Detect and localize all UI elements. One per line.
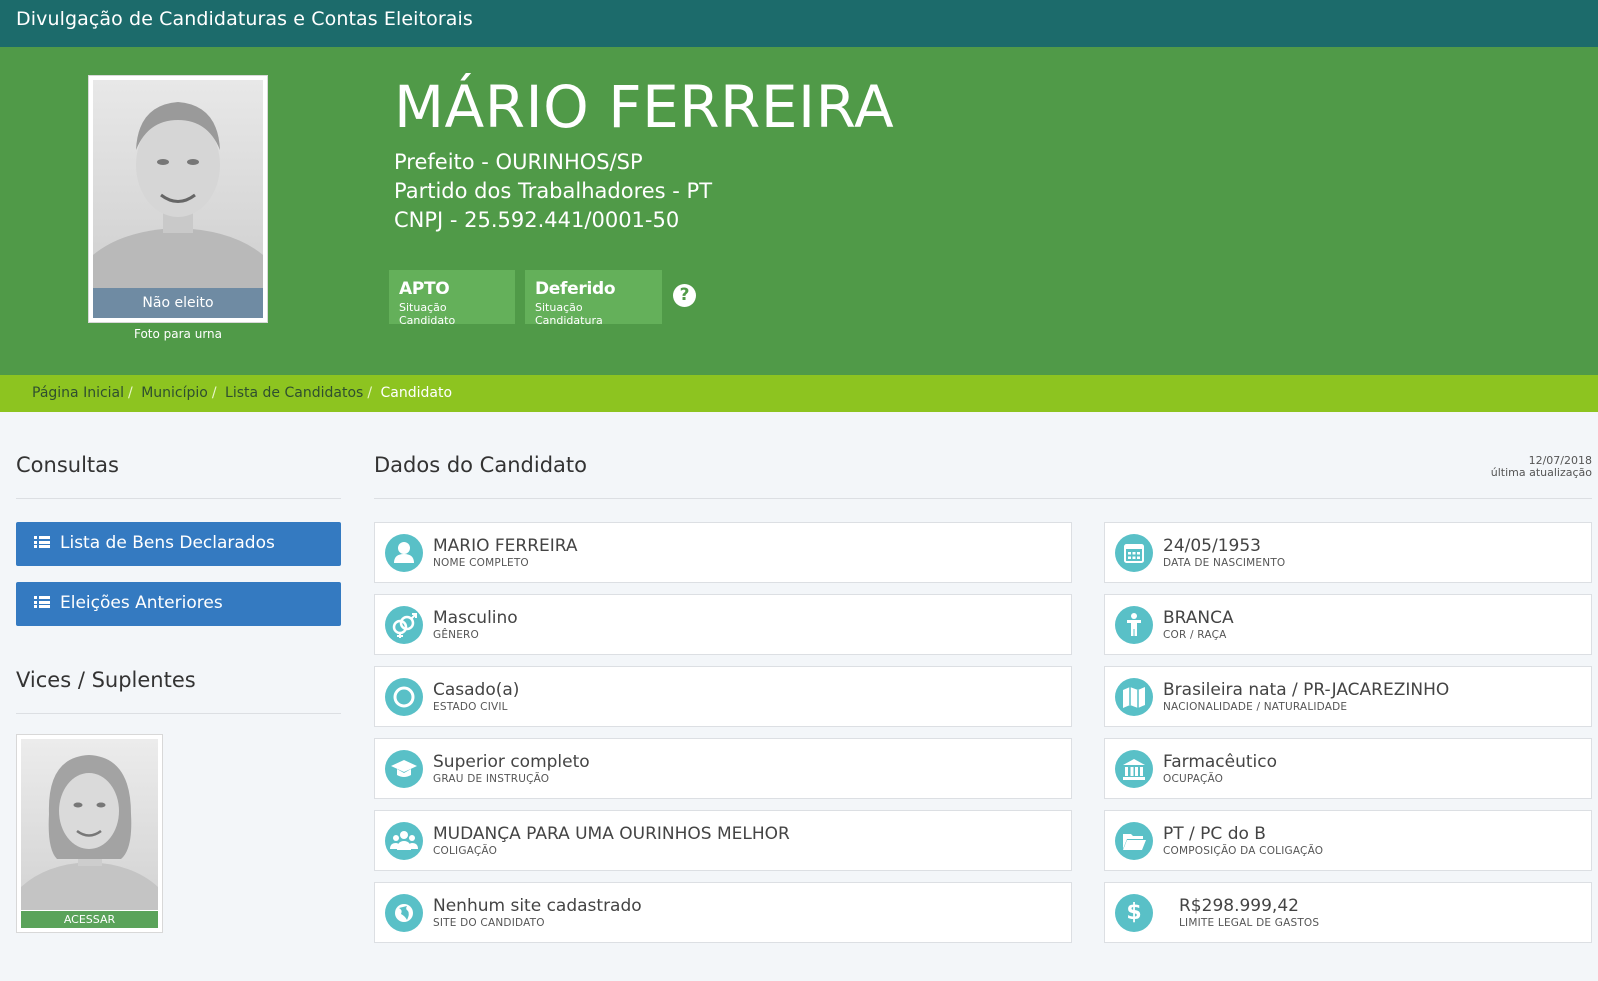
badge-situacao-candidatura: Deferido Situação Candidatura [525,270,662,327]
list-icon [34,596,50,608]
dollar-icon: $ [1115,894,1153,932]
map-icon [1115,678,1153,716]
candidate-photo-card: Não eleito [88,75,268,323]
field-composicao-coligacao: PT / PC do B COMPOSIÇÃO DA COLIGAÇÃO [1104,810,1592,871]
field-value: Casado(a) [433,680,520,700]
field-estado-civil: Casado(a) ESTADO CIVIL [374,666,1072,727]
vice-candidate-card[interactable]: ACESSAR [16,734,163,933]
field-label: GRAU DE INSTRUÇÃO [433,773,550,785]
consultas-title: Consultas [16,453,119,477]
help-icon[interactable]: ? [673,284,696,307]
eleicoes-anteriores-button[interactable]: Eleições Anteriores [16,582,341,626]
field-label: COLIGAÇÃO [433,845,498,857]
lista-bens-button[interactable]: Lista de Bens Declarados [16,522,341,566]
field-grau-instrucao: Superior completo GRAU DE INSTRUÇÃO [374,738,1072,799]
badge-title: APTO [399,279,450,299]
list-icon [34,536,50,548]
breadcrumb-lista-candidatos[interactable]: Lista de Candidatos [225,385,363,401]
field-label: SITE DO CANDIDATO [433,917,545,929]
field-coligacao: MUDANÇA PARA UMA OURINHOS MELHOR COLIGAÇ… [374,810,1072,871]
divider [16,713,341,714]
field-value: MARIO FERREIRA [433,536,578,556]
app-title: Divulgação de Candidaturas e Contas Elei… [16,8,473,30]
globe-icon [385,894,423,932]
person-icon [1115,606,1153,644]
candidate-header: Não eleito Foto para urna MÁRIO FERREIRA… [0,47,1598,375]
top-bar: Divulgação de Candidaturas e Contas Elei… [0,0,1598,47]
field-value: Masculino [433,608,518,628]
field-label: NACIONALIDADE / NATURALIDADE [1163,701,1348,713]
vice-photo-illustration [21,755,158,910]
vice-photo [21,739,158,910]
candidate-photo [93,80,263,290]
breadcrumb-municipio[interactable]: Município [141,385,208,401]
field-value: Nenhum site cadastrado [433,896,642,916]
bank-icon [1115,750,1153,788]
field-value: Superior completo [433,752,590,772]
election-result-label: Não eleito [93,288,263,318]
field-genero: Masculino GÊNERO [374,594,1072,655]
field-value: PT / PC do B [1163,824,1266,844]
badge-title: Deferido [535,279,616,299]
field-label: COMPOSIÇÃO DA COLIGAÇÃO [1163,845,1324,857]
field-data-nascimento: 24/05/1953 DATA DE NASCIMENTO [1104,522,1592,583]
field-value: R$298.999,42 [1179,896,1299,916]
candidate-photo-illustration [93,102,263,290]
calendar-icon [1115,534,1153,572]
badge-situacao-candidato: APTO Situação Candidato [389,270,515,327]
ring-icon [385,678,423,716]
field-ocupacao: Farmacêutico OCUPAÇÃO [1104,738,1592,799]
divider [374,498,1592,499]
graduation-cap-icon [385,750,423,788]
breadcrumb-separator: / [128,385,133,401]
field-value: 24/05/1953 [1163,536,1261,556]
user-icon [385,534,423,572]
candidate-party: Partido dos Trabalhadores - PT [394,179,713,203]
field-label: GÊNERO [433,629,480,641]
field-label: DATA DE NASCIMENTO [1163,557,1286,569]
candidate-name: MÁRIO FERREIRA [394,73,895,141]
field-label: NOME COMPLETO [433,557,529,569]
group-icon [385,822,423,860]
breadcrumb-current: Candidato [380,385,453,401]
last-update: 12/07/2018 última atualização [1491,455,1592,479]
folder-icon [1115,822,1153,860]
field-label: LIMITE LEGAL DE GASTOS [1179,917,1320,929]
field-value: MUDANÇA PARA UMA OURINHOS MELHOR [433,824,790,844]
badge-subtitle: Situação Candidatura [535,301,603,327]
photo-caption: Foto para urna [133,327,223,341]
candidate-office: Prefeito - OURINHOS/SP [394,150,643,174]
field-value: BRANCA [1163,608,1234,628]
vices-title: Vices / Suplentes [16,668,196,692]
field-value: Brasileira nata / PR-JACAREZINHO [1163,680,1450,700]
button-label: Lista de Bens Declarados [60,533,275,553]
field-site: Nenhum site cadastrado SITE DO CANDIDATO [374,882,1072,943]
field-nome-completo: MARIO FERREIRA NOME COMPLETO [374,522,1072,583]
breadcrumb: Página Inicial / Município / Lista de Cand… [0,375,1598,412]
candidate-cnpj: CNPJ - 25.592.441/0001-50 [394,208,680,232]
field-limite-gastos: $ R$298.999,42 LIMITE LEGAL DE GASTOS [1104,882,1592,943]
button-label: Eleições Anteriores [60,593,223,613]
section-title: Dados do Candidato [374,453,587,477]
field-value: Farmacêutico [1163,752,1278,772]
update-label: última atualização [1490,466,1592,479]
breadcrumb-home[interactable]: Página Inicial [32,385,124,401]
breadcrumb-separator: / [367,385,373,401]
breadcrumb-separator: / [211,385,217,401]
gender-icon [385,606,423,644]
field-nacionalidade: Brasileira nata / PR-JACAREZINHO NACIONA… [1104,666,1592,727]
divider [16,498,341,499]
badge-subtitle: Situação Candidato [399,301,456,327]
field-label: OCUPAÇÃO [1163,773,1224,785]
field-label: ESTADO CIVIL [433,701,508,713]
field-cor-raca: BRANCA COR / RAÇA [1104,594,1592,655]
field-label: COR / RAÇA [1163,629,1227,641]
acessar-button[interactable]: ACESSAR [21,911,158,928]
